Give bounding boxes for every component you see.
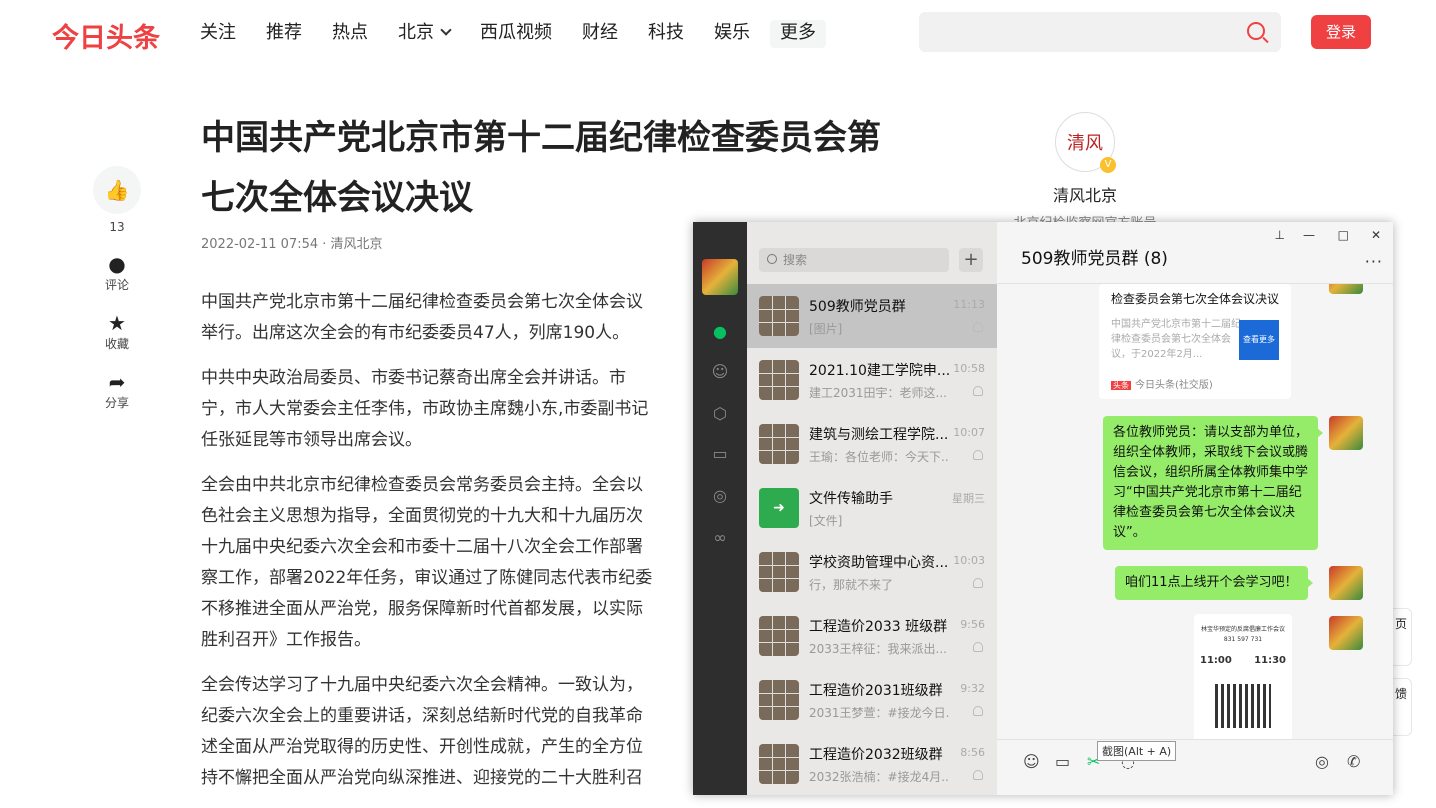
moments-icon[interactable]: ◎ xyxy=(710,486,730,506)
live-icon[interactable]: ◎ xyxy=(1315,752,1329,771)
card-source: 头条 今日头条(社交版) xyxy=(1111,380,1213,391)
file-transfer-icon: ➜ xyxy=(759,488,799,528)
nav-finance[interactable]: 财经 xyxy=(582,20,618,48)
author-avatar[interactable]: 清风 V xyxy=(1055,112,1116,173)
file-icon[interactable]: ▭ xyxy=(1055,752,1070,771)
share-button[interactable]: ➦ 分享 xyxy=(92,370,142,411)
maximize-icon[interactable]: □ xyxy=(1338,228,1349,242)
shared-article-card[interactable]: 检查委员会第七次全体会议决议 中国共产党北京市第十二届纪律检查委员会第七次全体会… xyxy=(1099,284,1291,399)
chat-panel: 509教师党员群 (8) ⊥ — □ ✕ ··· 检查委员会第七次全体会议决议 … xyxy=(997,222,1393,795)
chat-item[interactable]: 建筑与测绘工程学院... 王瑜：各位老师：今天下... 10:07 xyxy=(747,412,997,476)
mute-icon xyxy=(973,770,983,780)
verified-icon: V xyxy=(1100,157,1116,173)
chat-title: 509教师党员群 (8) xyxy=(1021,249,1168,269)
search-input[interactable] xyxy=(919,12,1281,52)
mute-icon xyxy=(973,578,983,588)
image-message[interactable]: 林宝华预定的反腐倡廉工作会议 831 597 731 11:00 11:30 xyxy=(1194,614,1292,739)
wechat-window: ● ☺ ⬡ ▭ ◎ ∞ 搜索 + 509教师党员群 [图片] 11:13 202… xyxy=(693,222,1393,795)
chat-item[interactable]: 工程造价2033 班级群 2033王梓征：我来派出... 9:56 xyxy=(747,604,997,668)
chat-icon[interactable]: ● xyxy=(710,322,730,342)
nav-more-button[interactable]: 更多 xyxy=(770,20,826,48)
author-name[interactable]: 清风北京 xyxy=(1000,182,1170,206)
article-title: 中国共产党北京市第十二届纪律检查委员会第七次全体会议决议 xyxy=(201,118,881,218)
nav-entertainment[interactable]: 娱乐 xyxy=(714,20,750,48)
input-toolbar: ☺ ▭ ✂ ◌ 截图(Alt + A) ◎ ✆ xyxy=(997,739,1393,795)
mute-icon xyxy=(973,450,983,460)
article-meta: 2022-02-11 07:54 · 清风北京 xyxy=(201,237,383,252)
comment-icon: ● xyxy=(108,252,126,276)
share-icon: ➦ xyxy=(108,370,126,394)
mute-icon xyxy=(973,642,983,652)
my-avatar[interactable] xyxy=(702,259,738,295)
main-nav: 关注 推荐 热点 北京 西瓜视频 财经 科技 娱乐 更多 xyxy=(200,20,856,48)
qr-code xyxy=(1215,684,1271,728)
toutiao-logo[interactable]: 今日头条 xyxy=(52,16,160,55)
chat-item[interactable]: 509教师党员群 [图片] 11:13 xyxy=(747,284,997,348)
nav-hot[interactable]: 热点 xyxy=(332,20,368,48)
sender-avatar[interactable] xyxy=(1329,284,1363,294)
chat-item[interactable]: 工程造价2031班级群 2031王梦萱：#接龙今日... 9:32 xyxy=(747,668,997,732)
message-bubble[interactable]: 各位教师党员：请以支部为单位，组织全体教师，采取线下会议或腾信会议，组织所属全体… xyxy=(1103,416,1323,550)
star-icon: ★ xyxy=(108,311,126,335)
collections-icon[interactable]: ⬡ xyxy=(710,404,730,424)
chat-item[interactable]: 学校资助管理中心资... 行，那就不来了 10:03 xyxy=(747,540,997,604)
close-icon[interactable]: ✕ xyxy=(1371,228,1381,242)
group-avatar xyxy=(759,424,799,464)
toutiao-badge-icon: 头条 xyxy=(1111,381,1131,390)
author-card: 清风V 清风北京 北京纪检监察网官方账号 xyxy=(1000,112,1170,231)
comment-button[interactable]: ● 评论 xyxy=(92,252,142,293)
nav-recommend[interactable]: 推荐 xyxy=(266,20,302,48)
folder-icon[interactable]: ▭ xyxy=(710,444,730,464)
top-bar: 今日头条 关注 推荐 热点 北京 西瓜视频 财经 科技 娱乐 更多 登录 xyxy=(0,0,1436,66)
search-icon[interactable] xyxy=(1247,22,1265,40)
favorite-button[interactable]: ★ 收藏 xyxy=(92,311,142,352)
my-avatar[interactable] xyxy=(1329,566,1363,600)
minimize-icon[interactable]: — xyxy=(1303,228,1315,242)
more-icon[interactable]: ··· xyxy=(1365,252,1383,271)
nav-beijing[interactable]: 北京 xyxy=(398,20,452,48)
like-count: 13 xyxy=(109,220,125,234)
group-avatar xyxy=(759,616,799,656)
chat-item[interactable]: ➜ 文件传输助手 [文件] 星期三 xyxy=(747,476,997,540)
mute-icon xyxy=(973,322,983,332)
mute-icon xyxy=(973,386,983,396)
group-avatar xyxy=(759,680,799,720)
thumbs-up-icon: 👍 xyxy=(104,178,130,202)
my-avatar[interactable] xyxy=(1329,616,1363,650)
nav-follow[interactable]: 关注 xyxy=(200,20,236,48)
chevron-down-icon xyxy=(440,24,452,36)
chat-search-input[interactable]: 搜索 xyxy=(759,248,949,272)
group-avatar xyxy=(759,552,799,592)
group-avatar xyxy=(759,360,799,400)
screenshot-tooltip: 截图(Alt + A) xyxy=(1097,741,1177,761)
pin-icon[interactable]: ⊥ xyxy=(1275,228,1285,242)
emoji-icon[interactable]: ☺ xyxy=(1023,752,1040,771)
group-avatar xyxy=(759,744,799,784)
voice-call-icon[interactable]: ✆ xyxy=(1347,752,1360,771)
wechat-nav-rail: ● ☺ ⬡ ▭ ◎ ∞ xyxy=(693,222,747,795)
like-button[interactable]: 👍 xyxy=(93,166,141,214)
message-bubble[interactable]: 咱们11点上线开个会学习吧！ xyxy=(1115,566,1313,600)
message-area: 检查委员会第七次全体会议决议 中国共产党北京市第十二届纪律检查委员会第七次全体会… xyxy=(997,284,1393,739)
nav-tech[interactable]: 科技 xyxy=(648,20,684,48)
card-thumbnail: 查看更多 xyxy=(1239,320,1279,360)
chat-item[interactable]: 2021.10建工学院申... 建工2031田宇：老师这... 10:58 xyxy=(747,348,997,412)
add-chat-button[interactable]: + xyxy=(959,248,983,272)
login-button[interactable]: 登录 xyxy=(1311,15,1371,49)
my-avatar[interactable] xyxy=(1329,416,1363,450)
chat-list: 搜索 + 509教师党员群 [图片] 11:13 2021.10建工学院申...… xyxy=(747,222,997,795)
nav-xigua-video[interactable]: 西瓜视频 xyxy=(480,20,552,48)
mute-icon xyxy=(973,706,983,716)
article-actions: 👍 13 ● 评论 ★ 收藏 ➦ 分享 xyxy=(92,166,142,411)
chat-header: 509教师党员群 (8) ⊥ — □ ✕ ··· xyxy=(997,222,1393,284)
mini-program-icon[interactable]: ∞ xyxy=(710,528,730,548)
group-avatar xyxy=(759,296,799,336)
chat-item[interactable]: 工程造价2032班级群 2032张浩楠：#接龙4月... 8:56 xyxy=(747,732,997,796)
contacts-icon[interactable]: ☺ xyxy=(710,362,730,382)
